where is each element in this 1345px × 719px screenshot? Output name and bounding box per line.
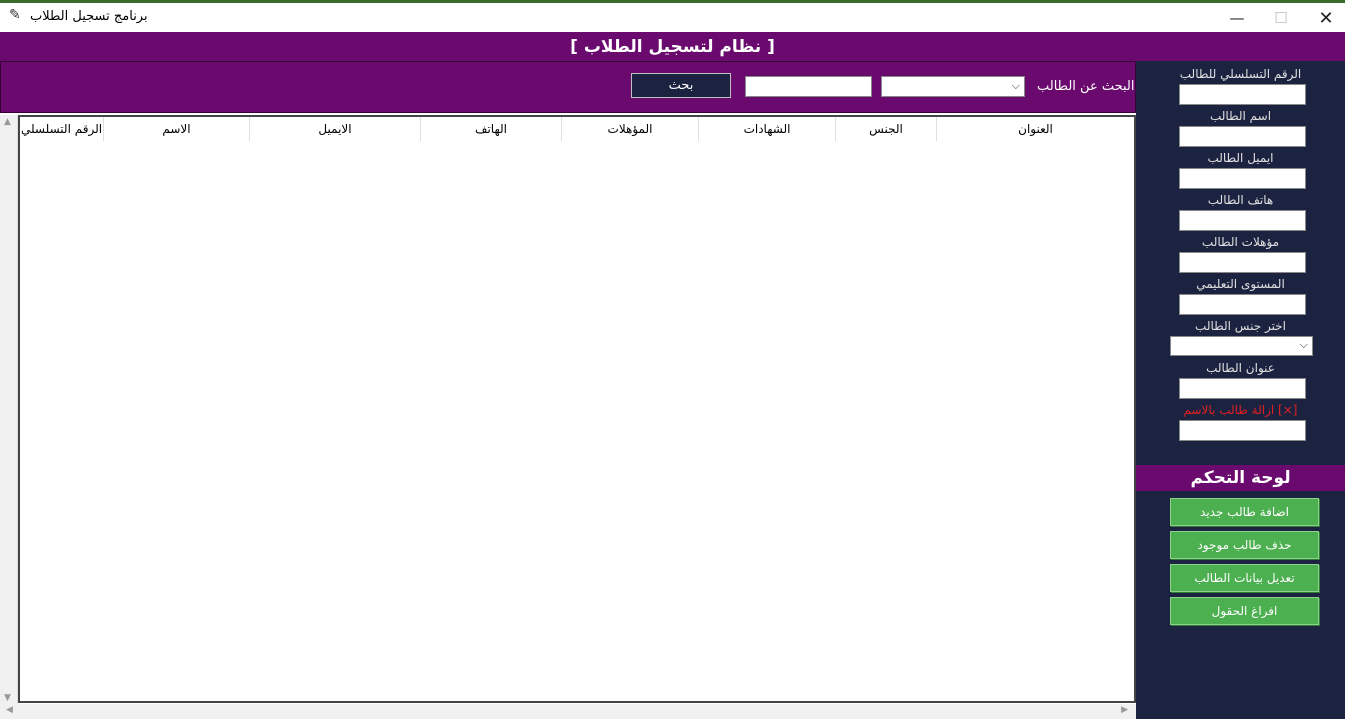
students-table-frame: ▲ ▼ الرقم التسلسلي الاسم الايميل الهاتف …: [0, 113, 1136, 719]
remove-by-name-input[interactable]: [1179, 420, 1306, 441]
delete-student-button[interactable]: حذف طالب موجود: [1170, 531, 1319, 559]
app-header: [ نظام لتسجيل الطلاب ]: [0, 32, 1345, 61]
phone-input[interactable]: [1179, 210, 1306, 231]
window-titlebar: ✎ برنامج تسجيل الطلاب — ☐ ✕: [0, 0, 1345, 32]
column-header-phone[interactable]: الهاتف: [421, 117, 562, 141]
control-panel-title: لوحة التحكم: [1136, 465, 1345, 491]
scroll-up-icon[interactable]: ▲: [4, 117, 11, 127]
vertical-scrollbar[interactable]: ▲ ▼: [0, 115, 18, 705]
gender-select[interactable]: ⌵: [1170, 336, 1313, 356]
search-panel: البحث عن الطالب ⌵ بحث: [0, 61, 1136, 113]
address-input[interactable]: [1179, 378, 1306, 399]
feather-icon: ✎: [9, 7, 21, 23]
qualifications-label: مؤهلات الطالب: [1201, 235, 1280, 249]
chevron-down-icon: ⌵: [1299, 338, 1308, 351]
scroll-left-icon[interactable]: ◀: [6, 705, 13, 715]
app-title: [ نظام لتسجيل الطلاب ]: [570, 36, 775, 57]
window-title: برنامج تسجيل الطلاب: [30, 9, 148, 24]
column-header-name[interactable]: الاسم: [104, 117, 250, 141]
horizontal-scrollbar[interactable]: ◀ ▶: [0, 704, 1136, 719]
remove-by-name-label: [×] ازالة طالب بالاسم: [1183, 403, 1298, 417]
search-input[interactable]: [745, 76, 872, 97]
scroll-down-icon[interactable]: ▼: [4, 693, 11, 703]
name-label: اسم الطالب: [1209, 109, 1272, 123]
name-input[interactable]: [1179, 126, 1306, 147]
qualifications-input[interactable]: [1179, 252, 1306, 273]
search-label: البحث عن الطالب: [1037, 79, 1135, 94]
students-table[interactable]: الرقم التسلسلي الاسم الايميل الهاتف المؤ…: [18, 115, 1136, 703]
education-level-input[interactable]: [1179, 294, 1306, 315]
email-input[interactable]: [1179, 168, 1306, 189]
email-label: ايميل الطالب: [1207, 151, 1274, 165]
address-label: عنوان الطالب: [1206, 361, 1275, 375]
chevron-down-icon: ⌵: [1011, 79, 1020, 92]
education-level-label: المستوى التعليمي: [1196, 277, 1285, 291]
gender-label: اختر جنس الطالب: [1195, 319, 1286, 333]
column-header-qualifications[interactable]: المؤهلات: [562, 117, 699, 141]
phone-label: هاتف الطالب: [1207, 193, 1274, 207]
column-header-serial[interactable]: الرقم التسلسلي: [20, 117, 104, 141]
column-header-address[interactable]: العنوان: [937, 117, 1134, 141]
serial-label: الرقم التسلسلي للطالب: [1179, 67, 1302, 81]
maximize-button[interactable]: ☐: [1258, 3, 1304, 33]
edit-student-button[interactable]: تعديل بيانات الطالب: [1170, 564, 1319, 592]
clear-fields-button[interactable]: افراغ الحقول: [1170, 597, 1319, 625]
column-header-certificates[interactable]: الشهادات: [699, 117, 836, 141]
serial-input[interactable]: [1179, 84, 1306, 105]
search-field-select[interactable]: ⌵: [881, 76, 1025, 97]
student-form-sidebar: الرقم التسلسلي للطالب اسم الطالب ايميل ا…: [1136, 61, 1345, 719]
search-button[interactable]: بحث: [631, 73, 731, 98]
minimize-button[interactable]: —: [1214, 3, 1260, 33]
close-button[interactable]: ✕: [1303, 3, 1345, 33]
column-header-gender[interactable]: الجنس: [836, 117, 937, 141]
column-header-email[interactable]: الايميل: [250, 117, 421, 141]
add-student-button[interactable]: اضافة طالب جديد: [1170, 498, 1319, 526]
scroll-right-icon[interactable]: ▶: [1121, 705, 1128, 715]
